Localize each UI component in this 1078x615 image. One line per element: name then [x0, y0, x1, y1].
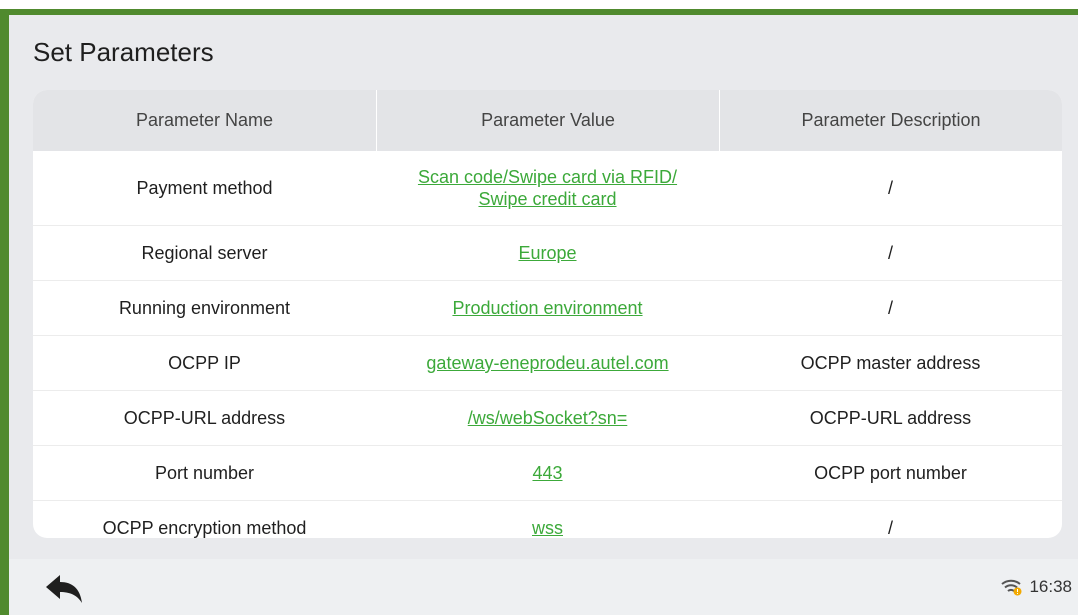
back-button[interactable]	[42, 573, 86, 605]
header-parameter-description: Parameter Description	[719, 90, 1062, 151]
param-value-link[interactable]: Production environment	[376, 281, 719, 335]
page-title: Set Parameters	[33, 37, 214, 67]
param-description: /	[887, 178, 893, 198]
param-description: OCPP port number	[814, 463, 967, 483]
param-value-link[interactable]: 443	[376, 446, 719, 500]
bottom-bar: 16:38	[9, 559, 1078, 615]
param-name: Running environment	[118, 298, 291, 318]
param-description: OCPP master address	[800, 353, 981, 373]
frame-left-border	[0, 9, 9, 615]
table-row: OCPP IP gateway-eneprodeu.autel.com OCPP…	[33, 336, 1062, 391]
table-row: OCPP encryption method wss /	[33, 501, 1062, 538]
header-parameter-value: Parameter Value	[376, 90, 719, 151]
param-description: /	[887, 298, 893, 318]
table-row: Running environment Production environme…	[33, 281, 1062, 336]
param-value-link[interactable]: wss	[376, 501, 719, 538]
param-description: /	[887, 518, 893, 538]
param-description: /	[887, 243, 893, 263]
param-name: OCPP encryption method	[102, 518, 307, 538]
param-value-link[interactable]: Europe	[376, 226, 719, 280]
param-name: Payment method	[136, 178, 273, 198]
wifi-warning-icon	[1001, 578, 1023, 596]
param-value-link[interactable]: gateway-eneprodeu.autel.com	[376, 336, 719, 390]
back-arrow-icon	[46, 575, 82, 603]
screen: Set Parameters Parameter Name Parameter …	[9, 15, 1078, 615]
param-name: OCPP-URL address	[123, 408, 286, 428]
table-row: OCPP-URL address /ws/webSocket?sn= OCPP-…	[33, 391, 1062, 446]
param-name: Regional server	[141, 243, 268, 263]
clock-time: 16:38	[1029, 577, 1072, 596]
param-value-link[interactable]: /ws/webSocket?sn=	[376, 391, 719, 445]
table-row: Port number 443 OCPP port number	[33, 446, 1062, 501]
param-description: OCPP-URL address	[809, 408, 972, 428]
table-header: Parameter Name Parameter Value Parameter…	[33, 90, 1062, 151]
param-name: OCPP IP	[168, 353, 241, 373]
header-parameter-name: Parameter Name	[135, 110, 274, 130]
status-bar: 16:38	[1001, 577, 1072, 597]
table-row: Regional server Europe /	[33, 226, 1062, 281]
param-value-link[interactable]: Scan code/Swipe card via RFID/ Swipe cre…	[376, 151, 719, 225]
table-row: Payment method Scan code/Swipe card via …	[33, 151, 1062, 226]
parameters-table: Parameter Name Parameter Value Parameter…	[33, 90, 1062, 538]
param-name: Port number	[154, 463, 255, 483]
